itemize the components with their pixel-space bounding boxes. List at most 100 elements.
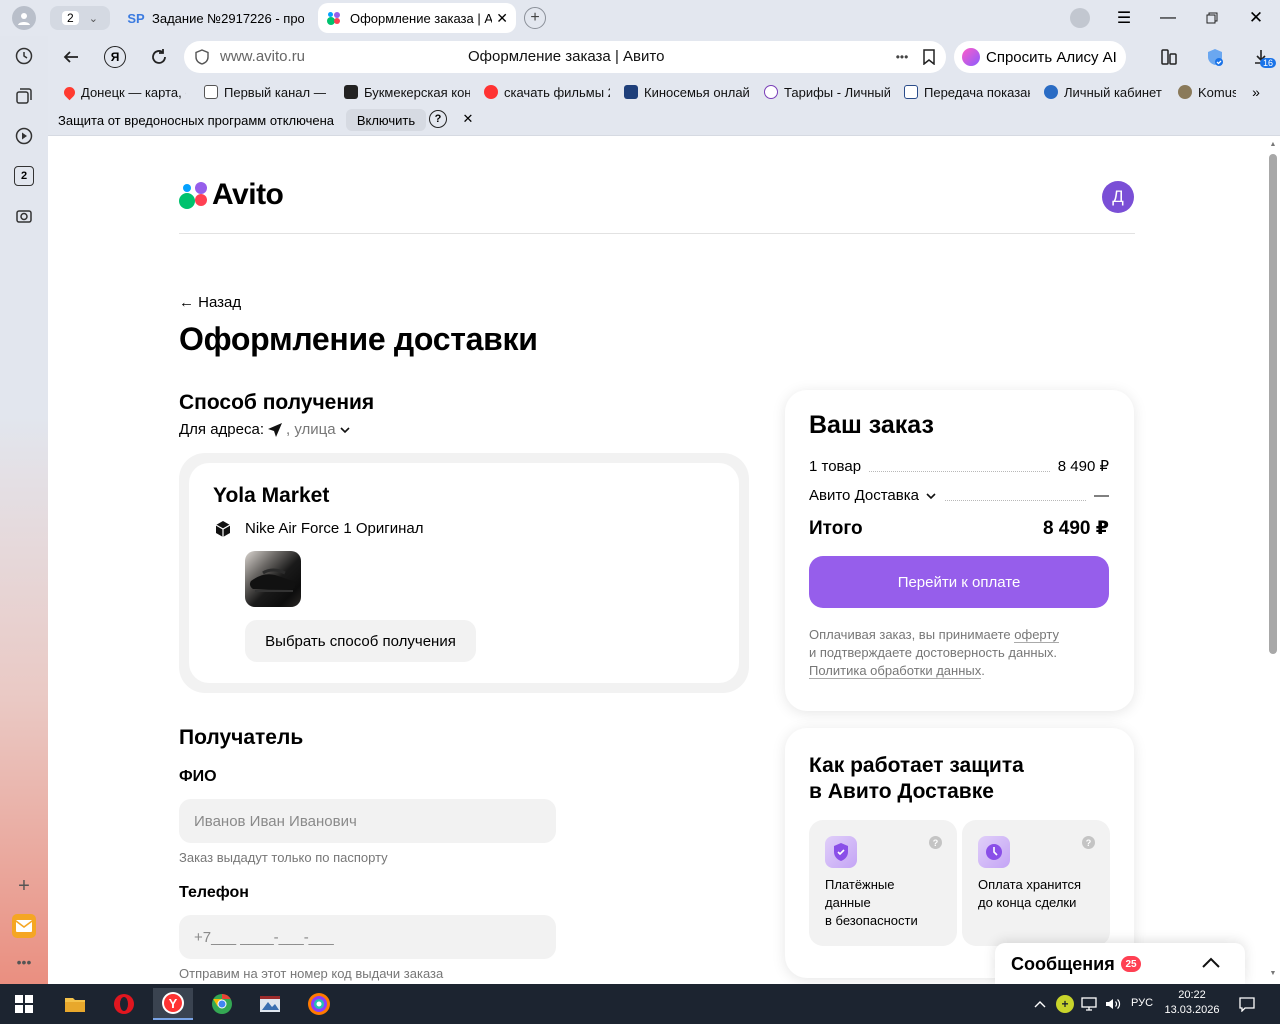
- bookmark-icon[interactable]: [920, 48, 938, 66]
- info-icon[interactable]: ?: [929, 836, 942, 849]
- tariff-icon: [764, 85, 778, 99]
- delivery-label: Авито Доставка: [809, 487, 919, 504]
- bookmark-item[interactable]: Тарифы - Личный: [764, 82, 890, 102]
- tab-inactive[interactable]: SP Задание №2917226 - про: [120, 3, 312, 33]
- chevron-up-icon[interactable]: [1201, 957, 1221, 969]
- avatar[interactable]: Д: [1102, 181, 1134, 213]
- clock-date: 13.03.2026: [1164, 1004, 1220, 1016]
- delivery-row[interactable]: Авито Доставка —: [809, 487, 1109, 504]
- opera-icon[interactable]: [104, 988, 144, 1020]
- reload-icon[interactable]: [148, 46, 170, 68]
- svg-text:Y: Y: [169, 996, 178, 1011]
- bookmark-item[interactable]: Букмекерская кон: [344, 82, 470, 102]
- alice-button[interactable]: Спросить Алису AI: [954, 41, 1126, 73]
- close-window-icon[interactable]: ✕: [1244, 6, 1268, 30]
- page-title: Оформление доставки: [179, 321, 538, 357]
- bookmark-item[interactable]: Komus: [1178, 82, 1236, 102]
- bookmark-item[interactable]: Первый канал — с: [204, 82, 326, 102]
- volume-icon[interactable]: [1104, 995, 1122, 1013]
- bookmark-item[interactable]: скачать фильмы 2: [484, 82, 610, 102]
- meter-icon: [904, 85, 918, 99]
- close-infobar-icon[interactable]: ✕: [460, 111, 476, 127]
- scrollbar-thumb[interactable]: [1269, 154, 1277, 654]
- protection-tile-escrow[interactable]: ? Оплата хранится до конца сделки: [962, 820, 1110, 946]
- phone-hint: Отправим на этот номер код выдачи заказа: [179, 966, 444, 981]
- restore-icon[interactable]: [1200, 6, 1224, 30]
- downloads-icon[interactable]: 16: [1248, 44, 1277, 70]
- tab-title: Задание №2917226 - про: [152, 10, 304, 26]
- more-icon[interactable]: •••: [14, 954, 34, 970]
- screenshot-icon[interactable]: [14, 206, 34, 226]
- bookmaker-icon: [344, 85, 358, 99]
- scroll-down-arrow-icon[interactable]: ▼: [1269, 969, 1277, 977]
- browser-side-panel: 2 + •••: [0, 36, 48, 984]
- choose-delivery-button[interactable]: Выбрать способ получения: [245, 620, 476, 662]
- omnibox[interactable]: www.avito.ru Оформление заказа | Авито •…: [184, 41, 946, 73]
- name-input[interactable]: Иванов Иван Иванович: [179, 799, 556, 843]
- more-dots-icon[interactable]: •••: [892, 49, 912, 65]
- mail-icon[interactable]: [12, 914, 36, 938]
- history-icon[interactable]: [14, 46, 34, 66]
- alice-icon: [962, 48, 980, 66]
- bookmark-item[interactable]: Киносемья онлайн: [624, 82, 750, 102]
- yandex-button-icon[interactable]: Я: [104, 46, 126, 68]
- profile-icon[interactable]: [12, 6, 36, 30]
- enable-protection-button[interactable]: Включить: [346, 109, 426, 131]
- policy-link[interactable]: Политика обработки данных: [809, 663, 982, 679]
- tab-active[interactable]: Оформление заказа | Ави ✕: [318, 3, 516, 33]
- bookmark-item[interactable]: Донецк — карта, ф: [64, 82, 186, 102]
- colorful-app-icon[interactable]: [299, 988, 339, 1020]
- pay-button[interactable]: Перейти к оплате: [809, 556, 1109, 608]
- tray-app-icon[interactable]: +: [1056, 995, 1074, 1013]
- back-arrow-icon[interactable]: [60, 46, 82, 68]
- scroll-up-arrow-icon[interactable]: ▲: [1269, 140, 1277, 148]
- product-name[interactable]: Nike Air Force 1 Оригинал: [245, 520, 423, 537]
- tray-chevron-up-icon[interactable]: [1032, 996, 1048, 1012]
- reader-icon[interactable]: [1158, 46, 1180, 68]
- tabs-count-icon[interactable]: 2: [14, 166, 34, 186]
- video-icon[interactable]: [14, 126, 34, 146]
- infobar-text: Защита от вредоносных программ отключена: [58, 113, 335, 128]
- phone-placeholder: +7___ ____-___-___: [194, 928, 334, 946]
- app-icon[interactable]: [250, 988, 290, 1020]
- clock[interactable]: 20:22 13.03.2026: [1160, 988, 1224, 1020]
- back-link[interactable]: ← Назад: [179, 294, 241, 311]
- protect-extension-icon[interactable]: [1204, 46, 1226, 68]
- monitor-icon: [624, 85, 638, 99]
- avito-logo[interactable]: Avito: [178, 178, 290, 211]
- phone-input[interactable]: +7___ ____-___-___: [179, 915, 556, 959]
- chevron-down-icon: [340, 426, 350, 433]
- tab-counter-button[interactable]: 2 ⌄: [50, 6, 110, 30]
- bookmarks-overflow-icon[interactable]: »: [1248, 82, 1264, 102]
- new-tab-button[interactable]: +: [524, 7, 546, 29]
- yandex-browser-icon[interactable]: Y: [153, 988, 193, 1020]
- file-explorer-icon[interactable]: [55, 988, 95, 1020]
- offer-link[interactable]: оферту: [1014, 627, 1059, 643]
- bookmark-item[interactable]: Передача показан: [904, 82, 1030, 102]
- bookmark-item[interactable]: Личный кабинет: [1044, 82, 1164, 102]
- info-icon[interactable]: ?: [1082, 836, 1095, 849]
- add-panel-icon[interactable]: +: [14, 875, 34, 897]
- address-selector[interactable]: Для адреса: , улица: [179, 421, 351, 438]
- chrome-icon[interactable]: [202, 988, 242, 1020]
- network-icon[interactable]: [1080, 995, 1098, 1013]
- account-icon[interactable]: [1070, 8, 1090, 28]
- help-icon[interactable]: ?: [429, 110, 447, 128]
- bookmark-label: скачать фильмы 2: [504, 84, 610, 100]
- header-divider: [179, 233, 1135, 234]
- notifications-icon[interactable]: [1238, 995, 1256, 1013]
- page-scrollbar[interactable]: ▲ ▼: [1266, 137, 1280, 984]
- windows-start-icon[interactable]: [4, 988, 44, 1020]
- language-indicator[interactable]: РУС: [1131, 997, 1153, 1009]
- protection-tile-payment[interactable]: ? Платёжные данные в безопасности: [809, 820, 957, 946]
- messages-widget[interactable]: Сообщения 25: [995, 943, 1245, 984]
- product-thumbnail[interactable]: [245, 551, 301, 607]
- total-row: Итого 8 490 ₽: [809, 517, 1109, 540]
- alice-button-label: Спросить Алису AI: [986, 48, 1117, 66]
- items-row: 1 товар 8 490 ₽: [809, 457, 1109, 475]
- close-tab-icon[interactable]: ✕: [496, 10, 508, 27]
- menu-icon[interactable]: ☰: [1112, 6, 1136, 30]
- shield-icon[interactable]: [194, 49, 210, 65]
- minimize-icon[interactable]: —: [1156, 6, 1180, 30]
- collections-icon[interactable]: [14, 86, 34, 106]
